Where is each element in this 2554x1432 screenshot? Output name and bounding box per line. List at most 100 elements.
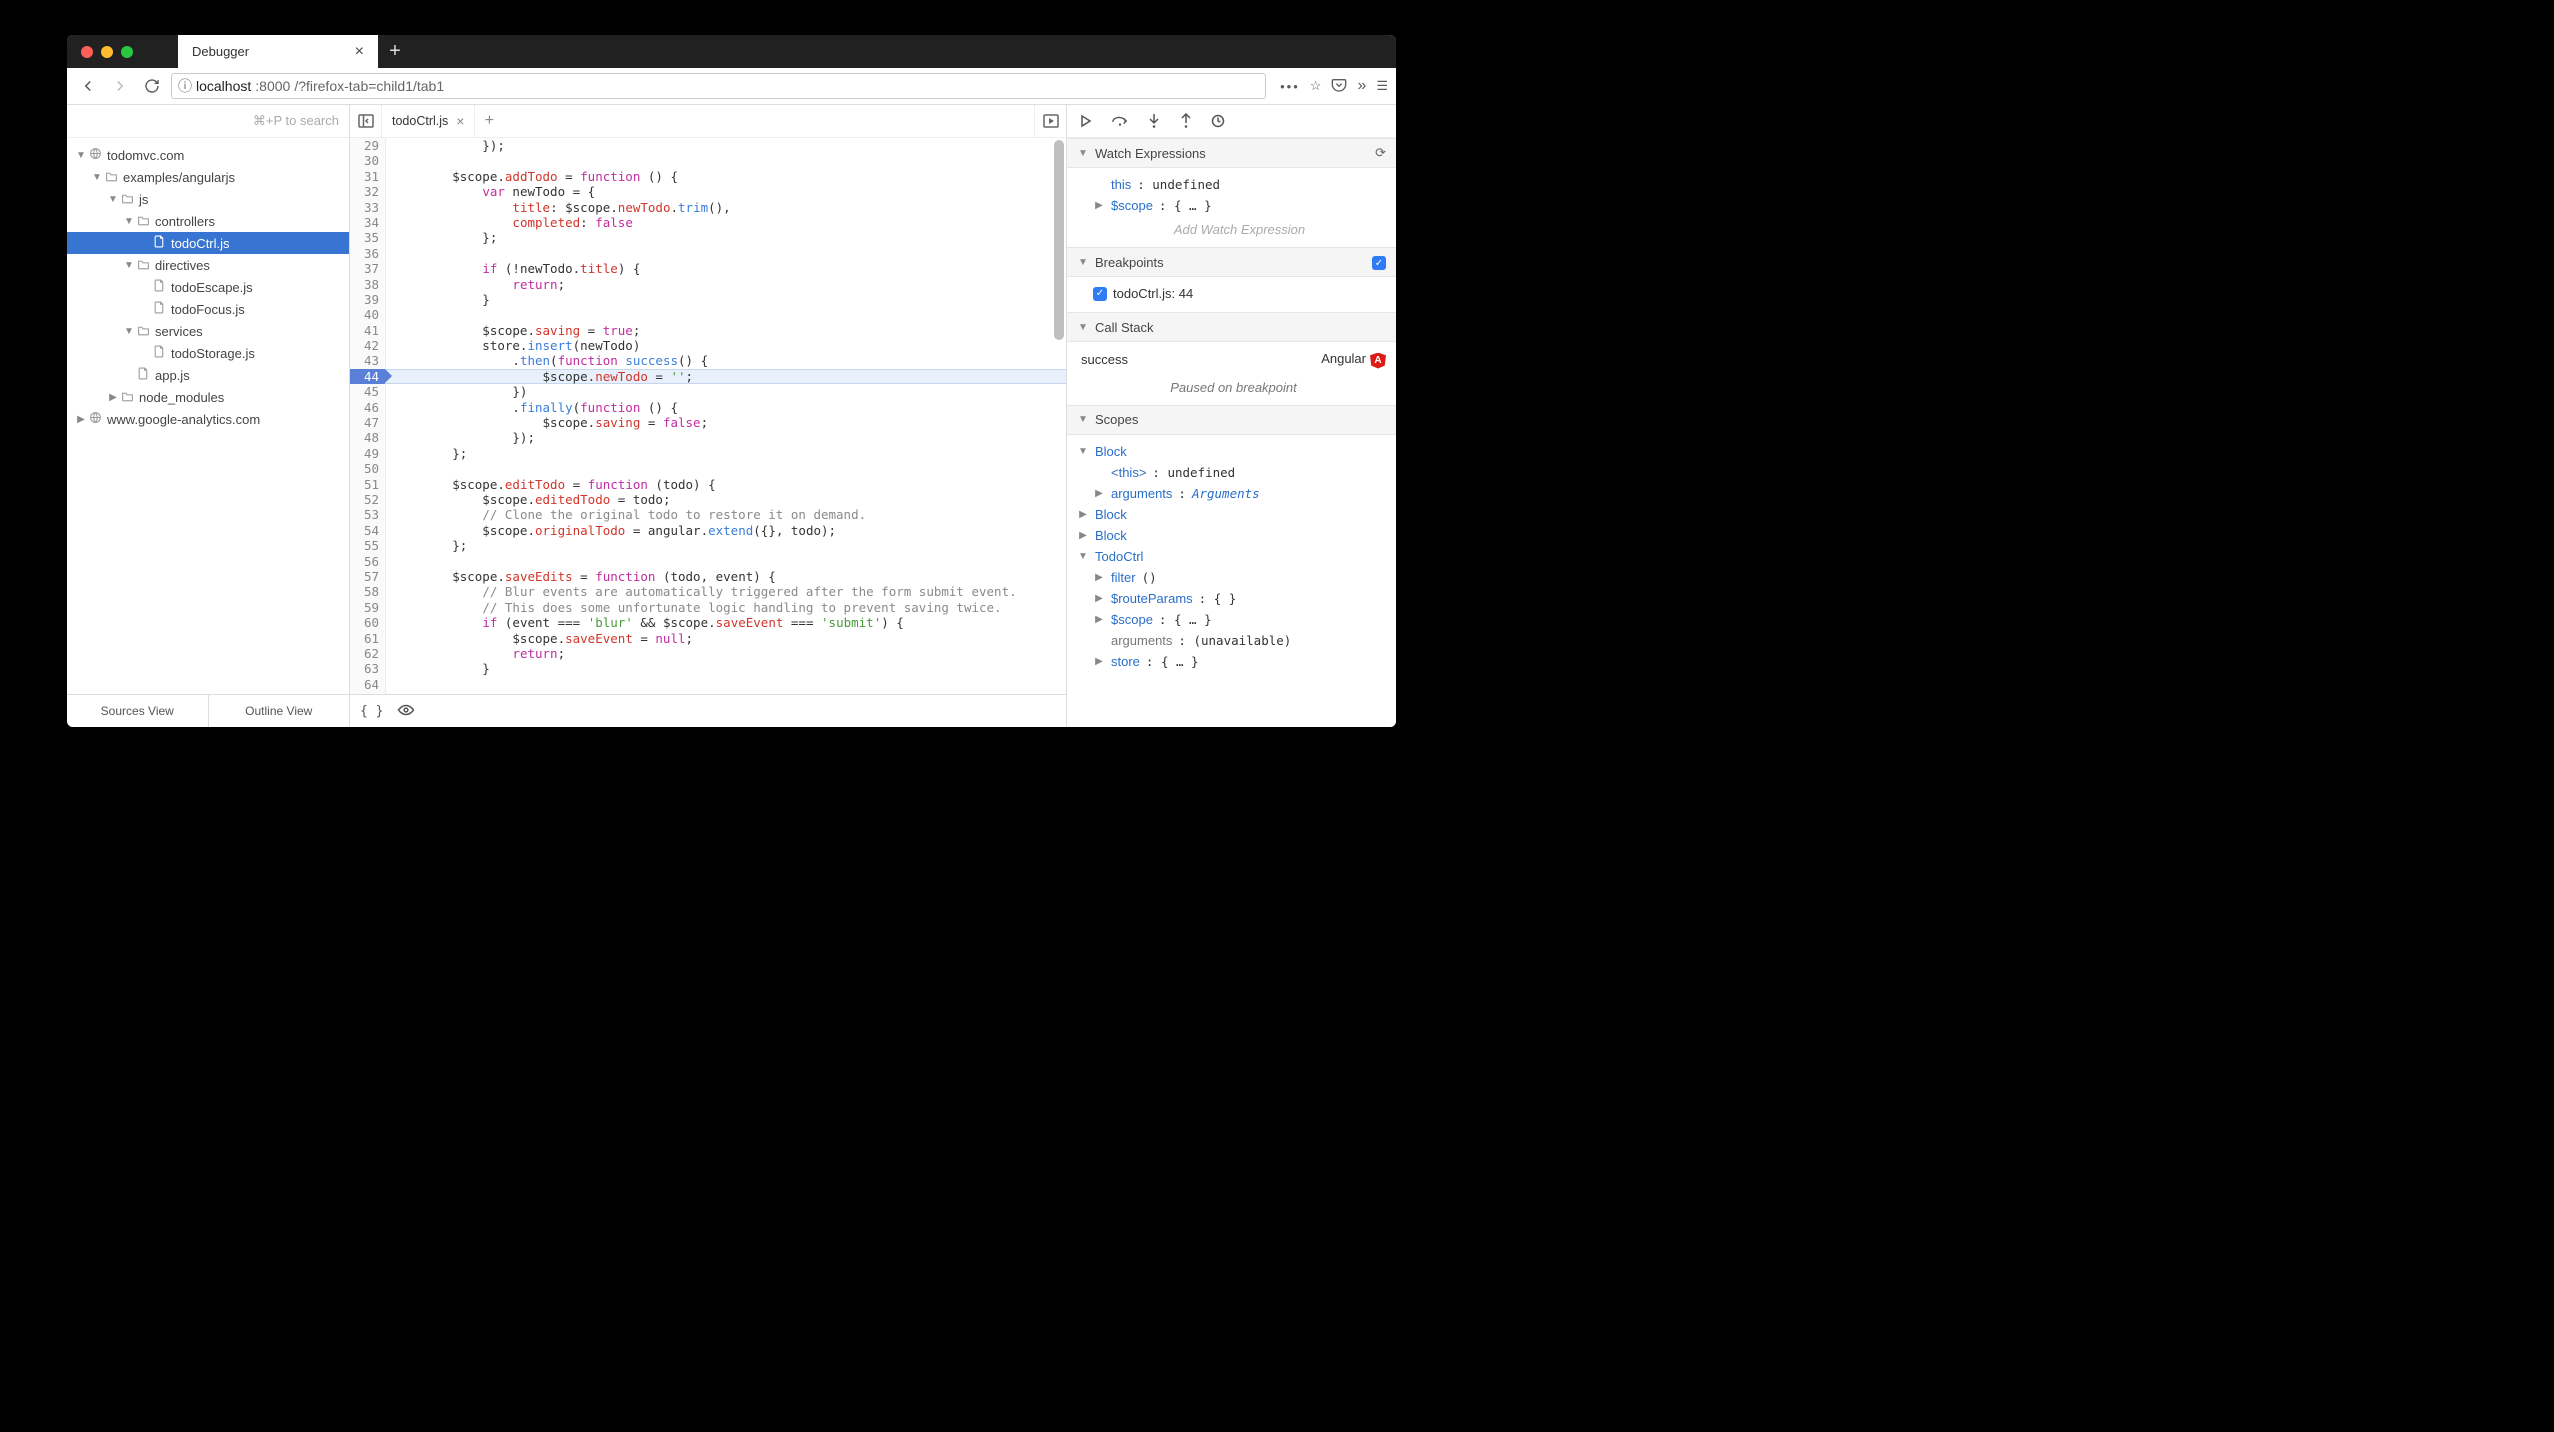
line-number[interactable]: 40 — [350, 307, 379, 322]
line-number[interactable]: 31 — [350, 169, 379, 184]
line-number[interactable]: 61 — [350, 631, 379, 646]
scope-item[interactable]: ▶$scope: { … } — [1077, 609, 1386, 630]
line-number[interactable]: 37 — [350, 261, 379, 276]
url-field[interactable]: ⓘ localhost:8000/?firefox-tab=child1/tab… — [171, 73, 1266, 99]
tree-item[interactable]: ▶node_modules — [67, 386, 349, 408]
tree-item[interactable]: todoCtrl.js — [67, 232, 349, 254]
line-number[interactable]: 46 — [350, 400, 379, 415]
scope-item[interactable]: <this>: undefined — [1077, 462, 1386, 483]
scope-item[interactable]: ▶arguments: Arguments — [1077, 483, 1386, 504]
tree-item[interactable]: ▶www.google-analytics.com — [67, 408, 349, 430]
line-number[interactable]: 36 — [350, 246, 379, 261]
line-number[interactable]: 42 — [350, 338, 379, 353]
line-number[interactable]: 53 — [350, 507, 379, 522]
callstack-frame[interactable]: successAngularA — [1081, 348, 1386, 372]
page-actions-icon[interactable]: ••• — [1280, 79, 1300, 94]
line-number[interactable]: 48 — [350, 430, 379, 445]
new-editor-tab-icon[interactable]: + — [475, 105, 503, 137]
line-number[interactable]: 43 — [350, 353, 379, 368]
line-number[interactable]: 30 — [350, 153, 379, 168]
code-editor[interactable]: 2930313233343536373839404142434445464748… — [350, 138, 1066, 694]
sources-search[interactable]: ⌘+P to search — [67, 105, 349, 138]
forward-button[interactable] — [107, 73, 133, 99]
watch-header[interactable]: ▼ Watch Expressions ⟳ — [1067, 138, 1396, 168]
line-number[interactable]: 58 — [350, 584, 379, 599]
step-out-icon[interactable] — [1179, 113, 1193, 129]
browser-tab-active[interactable]: Debugger × — [178, 35, 378, 68]
tree-item[interactable]: ▼todomvc.com — [67, 144, 349, 166]
tree-item[interactable]: app.js — [67, 364, 349, 386]
scope-item[interactable]: ▶Block — [1077, 525, 1386, 546]
line-number[interactable]: 50 — [350, 461, 379, 476]
line-number[interactable]: 62 — [350, 646, 379, 661]
scope-item[interactable]: ▼Block — [1077, 441, 1386, 462]
line-number[interactable]: 38 — [350, 277, 379, 292]
breakpoints-header[interactable]: ▼ Breakpoints ✓ — [1067, 247, 1396, 277]
new-tab-button[interactable]: + — [378, 35, 412, 68]
line-number[interactable]: 32 — [350, 184, 379, 199]
line-number[interactable]: 35 — [350, 230, 379, 245]
bookmark-star-icon[interactable]: ☆ — [1310, 78, 1322, 94]
line-number[interactable]: 51 — [350, 477, 379, 492]
back-button[interactable] — [75, 73, 101, 99]
callstack-header[interactable]: ▼ Call Stack — [1067, 312, 1396, 342]
sources-view-tab[interactable]: Sources View — [67, 695, 209, 727]
scope-item[interactable]: ▶store: { … } — [1077, 651, 1386, 672]
overflow-icon[interactable]: » — [1357, 77, 1366, 95]
outline-view-tab[interactable]: Outline View — [209, 695, 350, 727]
scope-item[interactable]: ▶filter() — [1077, 567, 1386, 588]
line-number[interactable]: 44 — [350, 369, 385, 384]
line-number[interactable]: 41 — [350, 323, 379, 338]
add-watch-expression[interactable]: Add Watch Expression — [1093, 216, 1386, 239]
tree-item[interactable]: todoEscape.js — [67, 276, 349, 298]
scope-item[interactable]: ▼TodoCtrl — [1077, 546, 1386, 567]
line-number[interactable]: 49 — [350, 446, 379, 461]
line-number[interactable]: 47 — [350, 415, 379, 430]
zoom-window-icon[interactable] — [121, 46, 133, 58]
line-number[interactable]: 59 — [350, 600, 379, 615]
line-number[interactable]: 55 — [350, 538, 379, 553]
breakpoint-checkbox[interactable]: ✓ — [1093, 287, 1107, 301]
watch-expression[interactable]: ▶$scope: { … } — [1093, 195, 1386, 216]
line-number[interactable]: 63 — [350, 661, 379, 676]
breakpoints-toggle-all[interactable]: ✓ — [1372, 256, 1386, 270]
close-window-icon[interactable] — [81, 46, 93, 58]
reload-button[interactable] — [139, 73, 165, 99]
step-in-icon[interactable] — [1147, 113, 1161, 129]
minimize-window-icon[interactable] — [101, 46, 113, 58]
line-number[interactable]: 45 — [350, 384, 379, 399]
line-number[interactable]: 29 — [350, 138, 379, 153]
scopes-header[interactable]: ▼ Scopes — [1067, 405, 1396, 435]
tree-item[interactable]: ▼services — [67, 320, 349, 342]
line-number[interactable]: 60 — [350, 615, 379, 630]
tree-item[interactable]: todoFocus.js — [67, 298, 349, 320]
scope-item[interactable]: ▶Block — [1077, 504, 1386, 525]
tree-item[interactable]: ▼controllers — [67, 210, 349, 232]
tree-item[interactable]: ▼directives — [67, 254, 349, 276]
line-number[interactable]: 33 — [350, 200, 379, 215]
resume-icon[interactable] — [1079, 114, 1093, 128]
tree-item[interactable]: ▼examples/angularjs — [67, 166, 349, 188]
line-number[interactable]: 54 — [350, 523, 379, 538]
menu-icon[interactable]: ☰ — [1376, 78, 1388, 94]
tree-item[interactable]: ▼js — [67, 188, 349, 210]
watch-expression[interactable]: this: undefined — [1093, 174, 1386, 195]
editor-scrollbar-thumb[interactable] — [1054, 140, 1064, 340]
breakpoint-item[interactable]: ✓ todoCtrl.js: 44 — [1093, 283, 1386, 304]
close-editor-tab-icon[interactable]: × — [456, 113, 464, 129]
deactivate-breakpoints-icon[interactable] — [1211, 114, 1225, 128]
line-number-gutter[interactable]: 2930313233343536373839404142434445464748… — [350, 138, 386, 694]
toggle-sources-icon[interactable] — [350, 105, 382, 137]
code-area[interactable]: }); $scope.addTodo = function () { var n… — [386, 138, 1066, 694]
editor-tab-active[interactable]: todoCtrl.js × — [382, 105, 475, 137]
site-identity-icon[interactable]: ⓘ — [178, 76, 192, 96]
line-number[interactable]: 64 — [350, 677, 379, 692]
line-number[interactable]: 52 — [350, 492, 379, 507]
line-number[interactable]: 57 — [350, 569, 379, 584]
scope-item[interactable]: arguments: (unavailable) — [1077, 630, 1386, 651]
run-to-icon[interactable] — [1034, 105, 1066, 137]
pretty-print-icon[interactable]: { } — [360, 704, 383, 719]
step-over-icon[interactable] — [1111, 114, 1129, 128]
tree-item[interactable]: todoStorage.js — [67, 342, 349, 364]
line-number[interactable]: 56 — [350, 554, 379, 569]
